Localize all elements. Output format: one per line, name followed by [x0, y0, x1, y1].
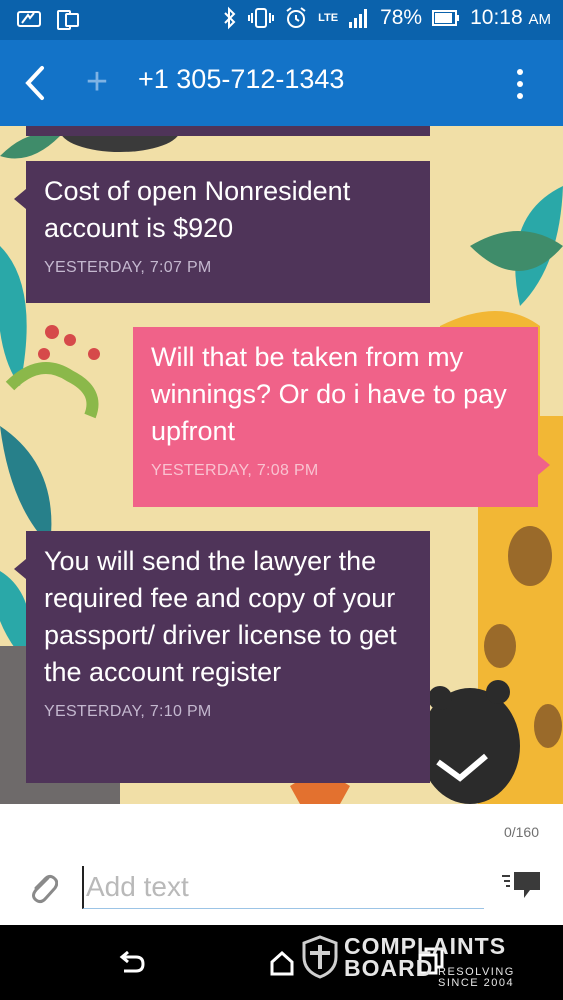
message-text: Cost of open Nonresident account is $920	[44, 176, 351, 243]
network-type: LTE	[318, 12, 339, 24]
character-counter: 0/160	[503, 824, 539, 840]
message-list[interactable]: Cost of open Nonresident account is $920…	[0, 126, 563, 804]
battery-percent: 78%	[380, 6, 423, 29]
contact-title: +1 305-712-1343	[138, 64, 345, 94]
clock: 10:18 AM	[470, 6, 551, 29]
message-input[interactable]	[82, 866, 484, 909]
tablet-icon	[57, 10, 79, 30]
watermark: COMPLAINTS BOARD RESOLVING SINCE 2004	[300, 933, 530, 993]
attach-button[interactable]	[28, 870, 59, 904]
status-bar: LTE 78% 10:18 AM	[0, 0, 563, 40]
cast-screen-icon	[17, 11, 41, 27]
back-arrow-icon	[25, 66, 44, 100]
add-recipient-button[interactable]: +	[80, 62, 114, 102]
nav-home-icon	[270, 950, 294, 976]
nav-back-button[interactable]	[116, 947, 146, 977]
battery-icon	[432, 10, 460, 26]
compose-bar: 0/160	[0, 804, 563, 925]
system-nav-bar: COMPLAINTS BOARD RESOLVING SINCE 2004	[0, 925, 563, 1000]
conversation-toolbar: + +1 305-712-1343	[0, 40, 563, 126]
message-text: Will that be taken from my winnings? Or …	[151, 342, 507, 446]
nav-back-icon	[119, 950, 145, 973]
nav-home-button[interactable]	[268, 949, 296, 977]
shield-logo-icon	[302, 935, 338, 979]
signal-icon	[349, 9, 368, 28]
alarm-icon	[286, 7, 306, 28]
message-bubble-outgoing[interactable]: Will that be taken from my winnings? Or …	[133, 327, 550, 507]
overflow-menu-button[interactable]	[510, 66, 530, 102]
back-button[interactable]	[20, 64, 54, 102]
message-bubble-incoming[interactable]	[26, 126, 430, 136]
watermark-tagline: RESOLVING SINCE 2004	[438, 966, 515, 989]
paperclip-icon	[32, 874, 59, 904]
message-bubble-incoming[interactable]: You will send the lawyer the required fe…	[14, 531, 430, 783]
send-button[interactable]	[500, 868, 542, 902]
message-timestamp: YESTERDAY, 7:10 PM	[44, 703, 212, 720]
message-bubble-incoming[interactable]: Cost of open Nonresident account is $920…	[14, 161, 430, 303]
add-icon: +	[85, 61, 109, 103]
message-text: You will send the lawyer the required fe…	[44, 546, 397, 687]
bluetooth-icon	[224, 6, 236, 30]
vibrate-icon	[248, 8, 275, 28]
message-timestamp: YESTERDAY, 7:07 PM	[44, 259, 212, 276]
message-timestamp: YESTERDAY, 7:08 PM	[151, 462, 319, 479]
overflow-menu-icon	[510, 69, 530, 99]
send-message-icon	[502, 872, 540, 898]
